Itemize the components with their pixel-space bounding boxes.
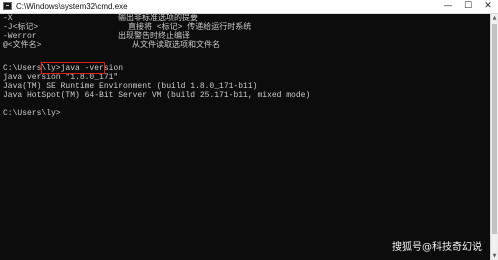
cmd-window: C:\Windows\system32\cmd.exe — ☐ ✕ -X 输出非… — [0, 0, 498, 260]
help-option-description: 出现警告时终止编译 — [118, 32, 190, 41]
help-option-description: 输出非标准选项的提要 — [118, 14, 198, 23]
command-highlight-box — [41, 62, 105, 74]
window-title: C:\Windows\system32\cmd.exe — [16, 2, 128, 11]
output-line: Java(TM) SE Runtime Environment (build 1… — [3, 82, 258, 91]
watermark: 搜狐号@科技奇幻说 — [392, 242, 482, 253]
scroll-thumb[interactable] — [492, 24, 497, 234]
cmd-app-icon — [3, 2, 12, 10]
help-option-name: @<文件名> — [3, 41, 42, 50]
close-button[interactable]: ✕ — [478, 0, 498, 13]
help-option-name: -J<标记> — [3, 23, 39, 32]
console-output[interactable]: -X 输出非标准选项的提要 -J<标记> 直接将 <标记> 传递给运行时系统 -… — [0, 14, 490, 260]
output-line: Java HotSpot(TM) 64-Bit Server VM (build… — [3, 91, 311, 100]
help-option-description: 从文件读取选项和文件名 — [132, 41, 220, 50]
prompt: C:\Users\ly> — [3, 109, 61, 118]
help-option-name: -X — [3, 14, 13, 23]
title-bar[interactable]: C:\Windows\system32\cmd.exe — ☐ ✕ — [0, 0, 498, 14]
help-option-description: 直接将 <标记> 传递给运行时系统 — [128, 23, 252, 32]
maximize-button[interactable]: ☐ — [458, 0, 478, 13]
scroll-up-icon[interactable]: ▲ — [491, 14, 498, 22]
output-line: java version "1.8.0_171" — [3, 73, 119, 82]
vertical-scrollbar[interactable]: ▲ ▼ — [490, 14, 498, 260]
minimize-button[interactable]: — — [438, 0, 458, 13]
scroll-down-icon[interactable]: ▼ — [491, 252, 498, 260]
help-option-name: -Werror — [3, 32, 37, 41]
